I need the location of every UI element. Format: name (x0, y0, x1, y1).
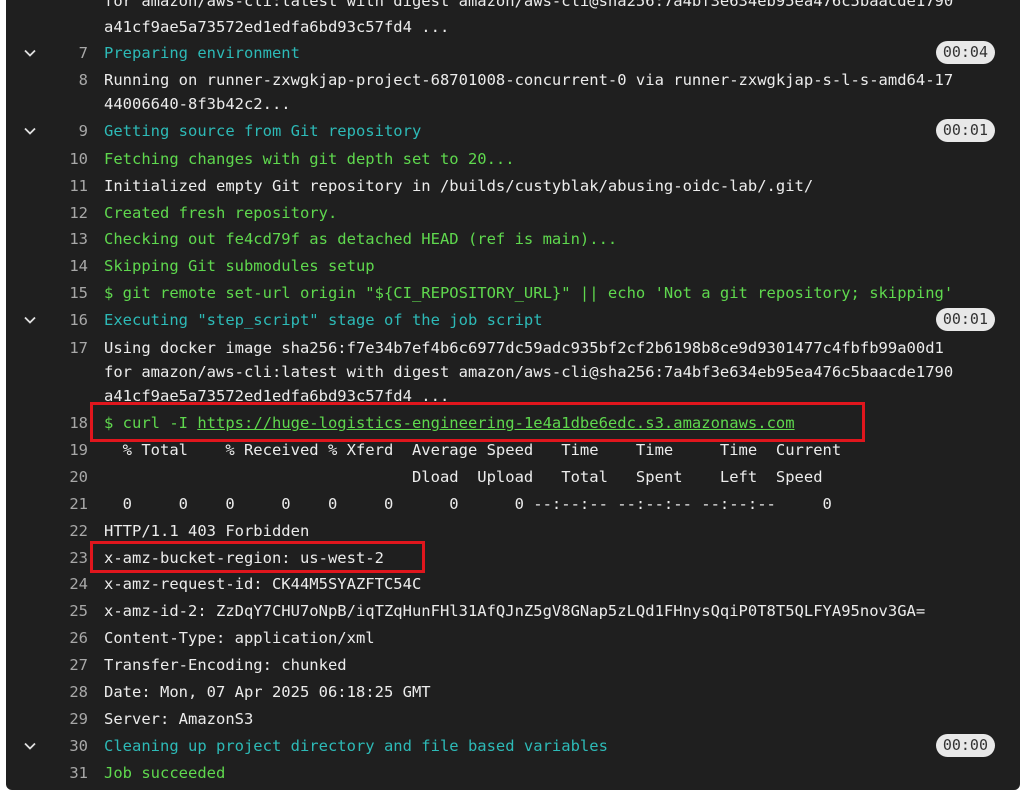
log-line-text: HTTP/1.1 403 Forbidden (104, 522, 310, 540)
section-duration-badge: 00:01 (935, 308, 995, 331)
chevron-down-icon[interactable] (22, 738, 38, 754)
log-line: 10 Fetching changes with git depth set t… (6, 147, 1020, 171)
section-title: Getting source from Git repository (104, 122, 422, 140)
log-line: 22 HTTP/1.1 403 Forbidden (6, 519, 1020, 543)
log-line: 24 x-amz-request-id: CK44M5SYAZFTC54C (6, 572, 1020, 596)
log-line: 13 Checking out fe4cd79f as detached HEA… (6, 227, 1020, 251)
log-line: 26 Content-Type: application/xml (6, 626, 1020, 650)
log-line: 21 0 0 0 0 0 0 0 0 --:--:-- --:--:-- --:… (6, 492, 1020, 516)
line-number[interactable]: 25 (44, 599, 88, 623)
line-number[interactable]: 30 (44, 734, 88, 758)
log-line: 28 Date: Mon, 07 Apr 2025 06:18:25 GMT (6, 680, 1020, 704)
line-number[interactable]: 8 (44, 68, 88, 92)
log-line-text: Date: Mon, 07 Apr 2025 06:18:25 GMT (104, 683, 431, 701)
log-line-text: Created fresh repository. (104, 204, 338, 222)
section-duration-badge: 00:04 (935, 41, 995, 64)
log-line-text: Initialized empty Git repository in /bui… (104, 177, 814, 195)
line-number[interactable]: 22 (44, 519, 88, 543)
line-number[interactable]: 24 (44, 572, 88, 596)
line-number[interactable]: 29 (44, 707, 88, 731)
log-line: 19 % Total % Received % Xferd Average Sp… (6, 438, 1020, 462)
chevron-down-icon[interactable] (22, 123, 38, 139)
log-section-cleanup[interactable]: 30 Cleaning up project directory and fil… (6, 734, 1020, 758)
log-line-text: a41cf9ae5a73572ed1edfa6bd93c57fd4 ... (104, 18, 450, 36)
chevron-down-icon[interactable] (22, 312, 38, 328)
line-number[interactable]: 20 (44, 465, 88, 489)
job-log-panel: for amazon/aws-cli:latest with digest am… (6, 0, 1020, 790)
line-number[interactable]: 9 (44, 119, 88, 143)
log-line-text: Using docker image sha256:f7e34b7ef4b6c6… (104, 339, 954, 405)
log-line-text: x-amz-request-id: CK44M5SYAZFTC54C (104, 575, 422, 593)
log-line-text: Job succeeded (104, 764, 226, 782)
log-line-job-succeeded: 31 Job succeeded (6, 761, 1020, 785)
line-number[interactable]: 28 (44, 680, 88, 704)
section-title: Executing "step_script" stage of the job… (104, 311, 543, 329)
log-line-partial: a41cf9ae5a73572ed1edfa6bd93c57fd4 ... (6, 15, 1020, 39)
line-number[interactable]: 21 (44, 492, 88, 516)
log-line-text: x-amz-id-2: ZzDqY7CHU7oNpB/iqTZqHunFHl31… (104, 602, 926, 620)
line-number[interactable]: 19 (44, 438, 88, 462)
line-number[interactable]: 11 (44, 174, 88, 198)
log-line-partial: for amazon/aws-cli:latest with digest am… (6, 0, 1020, 13)
log-line: 11 Initialized empty Git repository in /… (6, 174, 1020, 198)
line-number[interactable]: 14 (44, 254, 88, 278)
highlight-box-curl (90, 402, 865, 442)
line-number[interactable]: 7 (44, 41, 88, 65)
log-line-text: for amazon/aws-cli:latest with digest am… (104, 0, 954, 10)
log-line: 14 Skipping Git submodules setup (6, 254, 1020, 278)
log-line: 20 Dload Upload Total Spent Left Speed (6, 465, 1020, 489)
log-section-prepare-environment[interactable]: 7 Preparing environment 00:04 (6, 41, 1020, 65)
log-line-text: % Total % Received % Xferd Average Speed… (104, 441, 842, 459)
log-section-get-sources[interactable]: 9 Getting source from Git repository 00:… (6, 119, 1020, 143)
line-number[interactable]: 13 (44, 227, 88, 251)
log-line-text: Checking out fe4cd79f as detached HEAD (… (104, 230, 618, 248)
line-number[interactable]: 26 (44, 626, 88, 650)
log-line-text: Content-Type: application/xml (104, 629, 375, 647)
line-number[interactable]: 12 (44, 201, 88, 225)
log-line: 17 Using docker image sha256:f7e34b7ef4b… (6, 336, 1020, 408)
highlight-box-region (90, 541, 425, 573)
section-duration-badge: 00:00 (935, 734, 995, 757)
log-line: 15 $ git remote set-url origin "${CI_REP… (6, 281, 1020, 305)
log-line-text: Skipping Git submodules setup (104, 257, 375, 275)
log-line-text: Fetching changes with git depth set to 2… (104, 150, 515, 168)
log-line: 25 x-amz-id-2: ZzDqY7CHU7oNpB/iqTZqHunFH… (6, 599, 1020, 623)
log-line: 8 Running on runner-zxwgkjap-project-687… (6, 68, 1020, 116)
line-number[interactable]: 27 (44, 653, 88, 677)
line-number[interactable]: 31 (44, 761, 88, 785)
line-number[interactable]: 17 (44, 336, 88, 360)
section-title: Cleaning up project directory and file b… (104, 737, 608, 755)
chevron-down-icon[interactable] (22, 45, 38, 61)
log-line-text: $ git remote set-url origin "${CI_REPOSI… (104, 284, 954, 302)
log-line-text: Dload Upload Total Spent Left Speed (104, 468, 823, 486)
log-line-text: Server: AmazonS3 (104, 710, 254, 728)
line-number[interactable]: 16 (44, 308, 88, 332)
log-line-text: 0 0 0 0 0 0 0 0 --:--:-- --:--:-- --:--:… (104, 495, 832, 513)
log-line-text: Running on runner-zxwgkjap-project-68701… (104, 71, 954, 113)
log-line-text: Transfer-Encoding: chunked (104, 656, 347, 674)
log-section-step-script[interactable]: 16 Executing "step_script" stage of the … (6, 308, 1020, 332)
section-duration-badge: 00:01 (935, 119, 995, 142)
line-number[interactable]: 10 (44, 147, 88, 171)
line-number[interactable]: 15 (44, 281, 88, 305)
line-number[interactable]: 18 (44, 411, 88, 435)
log-line: 27 Transfer-Encoding: chunked (6, 653, 1020, 677)
line-number[interactable]: 23 (44, 546, 88, 570)
section-title: Preparing environment (104, 44, 300, 62)
log-line: 12 Created fresh repository. (6, 201, 1020, 225)
log-line: 29 Server: AmazonS3 (6, 707, 1020, 731)
